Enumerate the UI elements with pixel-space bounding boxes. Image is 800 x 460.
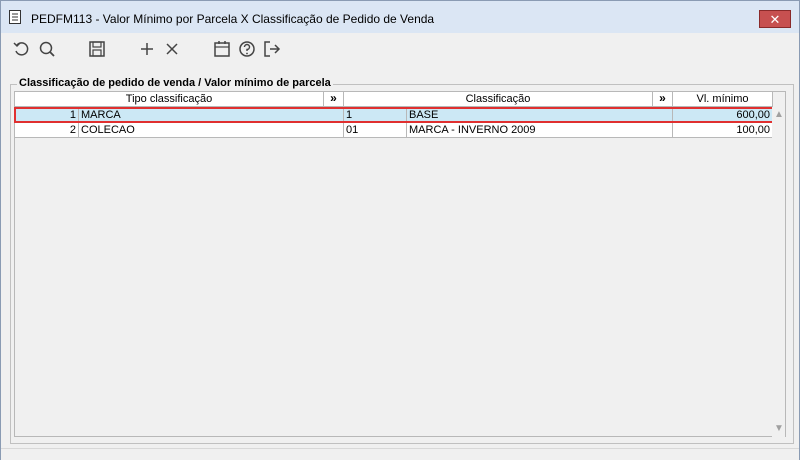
add-icon[interactable] xyxy=(136,38,158,60)
row-codigo[interactable]: 1 xyxy=(344,108,407,123)
row-tipo[interactable]: COLECAO xyxy=(79,123,344,138)
vertical-scrollbar[interactable] xyxy=(772,107,785,437)
row-classificacao[interactable]: BASE xyxy=(407,108,673,123)
save-icon[interactable] xyxy=(86,38,108,60)
header-classificacao[interactable]: Classificação xyxy=(344,92,653,107)
data-grid xyxy=(14,91,786,437)
row-tipo[interactable]: MARCA xyxy=(79,108,344,123)
header-valor-minimo[interactable]: Vl. mínimo xyxy=(673,92,773,107)
row-classificacao[interactable]: MARCA - INVERNO 2009 xyxy=(407,123,673,138)
row-valor[interactable]: 100,00 xyxy=(673,123,773,138)
toolbar xyxy=(1,34,799,66)
status-bar xyxy=(1,448,799,460)
scroll-up-icon[interactable]: ▲ xyxy=(773,107,785,123)
classificacao-lookup-button[interactable]: » xyxy=(653,92,673,107)
app-window: PEDFM113 - Valor Mínimo por Parcela X Cl… xyxy=(0,0,800,460)
scroll-down-icon[interactable]: ▼ xyxy=(773,421,785,437)
delete-icon[interactable] xyxy=(161,38,183,60)
refresh-icon[interactable] xyxy=(11,38,33,60)
row-codigo[interactable]: 01 xyxy=(344,123,407,138)
group-title: Classificação de pedido de venda / Valor… xyxy=(17,77,333,89)
close-button[interactable]: ✕ xyxy=(759,10,791,28)
row-seq[interactable]: 2 xyxy=(15,123,79,138)
tipo-lookup-button[interactable]: » xyxy=(324,92,344,107)
header-tipo-classificacao[interactable]: Tipo classificação xyxy=(15,92,324,107)
row-valor[interactable]: 600,00 xyxy=(673,108,773,123)
document-icon xyxy=(9,10,21,24)
search-icon[interactable] xyxy=(36,38,58,60)
exit-icon[interactable] xyxy=(261,38,283,60)
window-title: PEDFM113 - Valor Mínimo por Parcela X Cl… xyxy=(31,12,435,26)
title-bar: PEDFM113 - Valor Mínimo por Parcela X Cl… xyxy=(1,1,799,33)
row-seq[interactable]: 1 xyxy=(15,108,79,123)
help-icon[interactable] xyxy=(236,38,258,60)
calendar-icon[interactable] xyxy=(211,38,233,60)
